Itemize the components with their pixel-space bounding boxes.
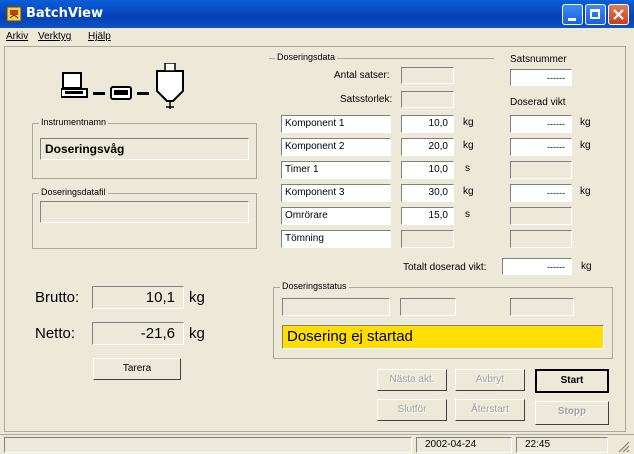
maximize-icon: [590, 9, 600, 19]
menu-verktyg[interactable]: Verktyg: [38, 31, 71, 42]
component-name-1[interactable]: Komponent 1: [281, 115, 391, 133]
doserad-value-5: [510, 207, 572, 225]
close-icon: [613, 9, 624, 20]
doserad-value-1: ------: [510, 115, 572, 133]
satsstorlek-label: Satsstorlek:: [340, 94, 393, 105]
doserad-unit-2: kg: [580, 140, 591, 151]
satsnummer-label: Satsnummer: [510, 54, 567, 65]
status-group-label: Doseringsstatus: [280, 281, 349, 291]
status-panel-main: [4, 437, 412, 453]
next-action-button[interactable]: Nästa akt.: [377, 369, 447, 391]
stop-button[interactable]: Stopp: [535, 401, 609, 425]
component-unit-1: kg: [463, 117, 474, 128]
netto-unit: kg: [189, 325, 205, 342]
component-value-1[interactable]: 10,0: [401, 115, 454, 133]
close-button[interactable]: [608, 4, 629, 25]
minimize-icon: [568, 18, 576, 21]
component-name-6[interactable]: Tömning: [281, 230, 391, 248]
instrument-group-label: Instrumentnamn: [39, 117, 109, 127]
dosing-group-label: Doseringsdata: [275, 52, 338, 62]
main-panel: Instrumentnamn Doseringsvåg Doseringsdat…: [4, 46, 626, 432]
doserad-value-6: [510, 230, 572, 248]
total-dosed-value: ------: [502, 258, 572, 275]
component-value-5[interactable]: 15,0: [401, 207, 454, 225]
antal-satser-field: [401, 67, 454, 84]
instrument-name: Doseringsvåg: [40, 138, 249, 160]
app-window: BatchView Arkiv Verktyg Hjälp Instrument…: [0, 0, 634, 454]
component-name-5[interactable]: Omrörare: [281, 207, 391, 225]
app-icon: [6, 6, 22, 22]
component-unit-5: s: [465, 209, 470, 220]
doserad-value-3: [510, 161, 572, 179]
menu-bar: Arkiv Verktyg Hjälp: [0, 28, 634, 44]
datafile-group: Doseringsdatafil: [32, 187, 257, 249]
window-title: BatchView: [26, 6, 103, 21]
menu-hjalp[interactable]: Hjälp: [88, 31, 111, 42]
doserad-vikt-label: Doserad vikt: [510, 97, 566, 108]
status-bar: 2002-04-24 22:45: [0, 434, 634, 454]
instrument-group: Instrumentnamn Doseringsvåg: [32, 117, 257, 179]
satsstorlek-field: [401, 91, 454, 108]
status-field-2: [400, 298, 456, 316]
component-unit-3: s: [465, 163, 470, 174]
brutto-unit: kg: [189, 289, 205, 306]
component-value-6: [401, 230, 454, 248]
satsnummer-field: ------: [510, 69, 572, 86]
status-field-3: [510, 298, 574, 316]
title-bar[interactable]: BatchView: [0, 0, 634, 28]
brutto-value: 10,1: [92, 286, 184, 309]
status-date: 2002-04-24: [416, 437, 512, 453]
component-unit-4: kg: [463, 186, 474, 197]
netto-label: Netto:: [35, 325, 76, 342]
doserad-value-4: ------: [510, 184, 572, 202]
component-value-3[interactable]: 10,0: [401, 161, 454, 179]
doserad-unit-1: kg: [580, 117, 591, 128]
device-chain-icon: [61, 63, 184, 109]
datafile-group-label: Doseringsdatafil: [39, 187, 108, 197]
status-group: Doseringsstatus Dosering ej startad: [273, 281, 613, 359]
restart-button[interactable]: Återstart: [455, 399, 525, 421]
resize-grip-icon[interactable]: [616, 439, 630, 453]
minimize-button[interactable]: [562, 4, 583, 25]
start-button[interactable]: Start: [535, 369, 609, 393]
total-dosed-unit: kg: [581, 261, 592, 272]
datafile-field[interactable]: [40, 201, 249, 223]
total-dosed-label: Totalt doserad vikt:: [403, 262, 487, 273]
antal-satser-label: Antal satser:: [334, 70, 390, 81]
menu-arkiv[interactable]: Arkiv: [6, 31, 28, 42]
component-name-4[interactable]: Komponent 3: [281, 184, 391, 202]
tare-button[interactable]: Tarera: [93, 358, 181, 380]
doserad-unit-4: kg: [580, 186, 591, 197]
component-name-2[interactable]: Komponent 2: [281, 138, 391, 156]
doserad-value-2: ------: [510, 138, 572, 156]
status-time: 22:45: [516, 437, 608, 453]
component-name-3[interactable]: Timer 1: [281, 161, 391, 179]
finish-button[interactable]: Slutför: [377, 399, 447, 421]
component-unit-2: kg: [463, 140, 474, 151]
status-message: Dosering ej startad: [282, 325, 604, 349]
netto-value: -21,6: [92, 322, 184, 345]
status-field-1: [282, 298, 390, 316]
component-value-4[interactable]: 30,0: [401, 184, 454, 202]
component-value-2[interactable]: 20,0: [401, 138, 454, 156]
abort-button[interactable]: Avbryt: [455, 369, 525, 391]
maximize-button[interactable]: [585, 4, 606, 25]
brutto-label: Brutto:: [35, 289, 80, 306]
